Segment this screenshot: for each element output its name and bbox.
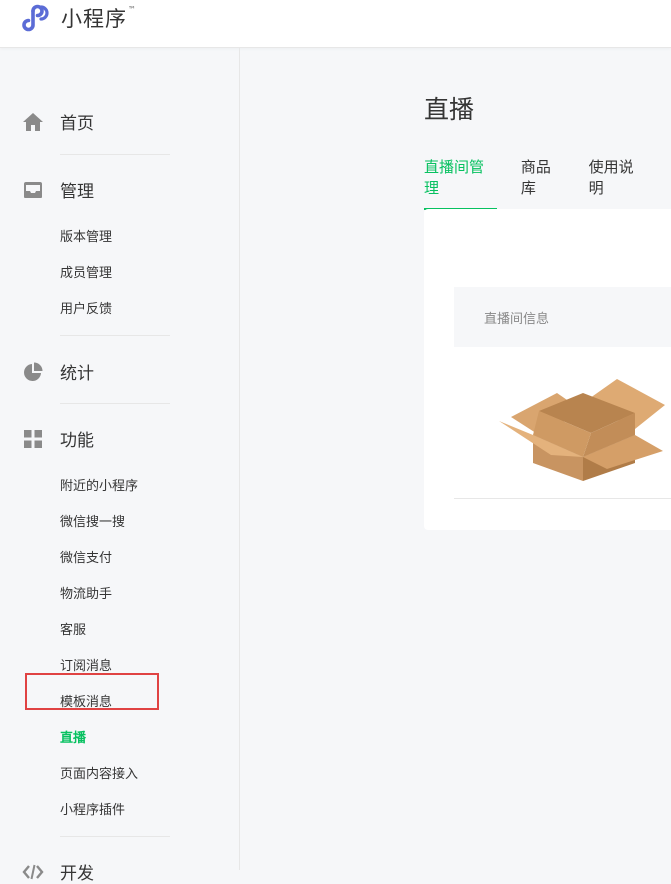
sidebar-item-wechat-search[interactable]: 微信搜一搜 [60, 513, 125, 533]
sidebar-item-version-management[interactable]: 版本管理 [60, 228, 112, 248]
sidebar-item-user-feedback[interactable]: 用户反馈 [60, 300, 112, 320]
tab-bar: 直播间管理 商品库 使用说明 [424, 156, 671, 210]
sidebar-item-wechat-pay[interactable]: 微信支付 [60, 549, 112, 569]
logo[interactable]: 小程序 ™ [22, 2, 136, 34]
live-room-card: 直播间信息 [424, 209, 671, 530]
empty-box-icon [499, 373, 667, 485]
sidebar-section-manage[interactable]: 管理 [22, 177, 94, 202]
tab-live-room-management[interactable]: 直播间管理 [424, 156, 497, 210]
top-bar: 小程序 ™ [0, 0, 671, 48]
sidebar-section-label: 管理 [60, 182, 94, 202]
inbox-icon [24, 181, 42, 198]
sidebar-section-label: 开发 [60, 864, 94, 884]
logo-trademark: ™ [128, 4, 136, 14]
sidebar-item-nearby-mini-programs[interactable]: 附近的小程序 [60, 477, 138, 497]
table-divider [454, 498, 671, 499]
sidebar-item-member-management[interactable]: 成员管理 [60, 264, 112, 284]
pie-chart-icon [24, 362, 43, 381]
active-item-highlight [25, 673, 159, 710]
sidebar-section-label: 统计 [60, 364, 94, 384]
sidebar-section-label: 功能 [60, 431, 94, 451]
tab-instructions[interactable]: 使用说明 [589, 156, 647, 210]
code-icon [22, 864, 44, 879]
sidebar-section-development[interactable]: 开发 [22, 859, 94, 884]
sidebar-item-logistics-assistant[interactable]: 物流助手 [60, 585, 112, 605]
sidebar-section-label: 首页 [60, 114, 94, 134]
live-room-info-header: 直播间信息 [484, 312, 550, 327]
sidebar-item-live-broadcast[interactable]: 直播 [60, 729, 86, 749]
table-header: 直播间信息 [454, 287, 671, 347]
logo-text: 小程序 [61, 7, 127, 31]
sidebar-item-customer-service[interactable]: 客服 [60, 621, 86, 641]
home-icon [23, 112, 43, 131]
sidebar-divider [60, 836, 170, 837]
sidebar-divider [60, 154, 170, 155]
main-content: 直播 直播间管理 商品库 使用说明 直播间信息 [241, 48, 671, 870]
sidebar-divider [60, 403, 170, 404]
sidebar-section-features[interactable]: 功能 [22, 426, 94, 451]
page-title: 直播 [424, 95, 475, 124]
tab-product-library[interactable]: 商品库 [521, 156, 565, 210]
sidebar-divider [60, 335, 170, 336]
mini-program-logo-icon [22, 4, 49, 32]
sidebar-section-home[interactable]: 首页 [22, 109, 94, 134]
sidebar-section-statistics[interactable]: 统计 [22, 359, 94, 384]
grid-icon [24, 429, 42, 448]
sidebar-item-mini-program-plugins[interactable]: 小程序插件 [60, 801, 125, 821]
sidebar-item-page-content-access[interactable]: 页面内容接入 [60, 765, 138, 785]
sidebar: 首页 管理 版本管理 成员管理 用户反馈 统计 功能 附近的小程序 微信搜一搜 … [0, 48, 240, 884]
